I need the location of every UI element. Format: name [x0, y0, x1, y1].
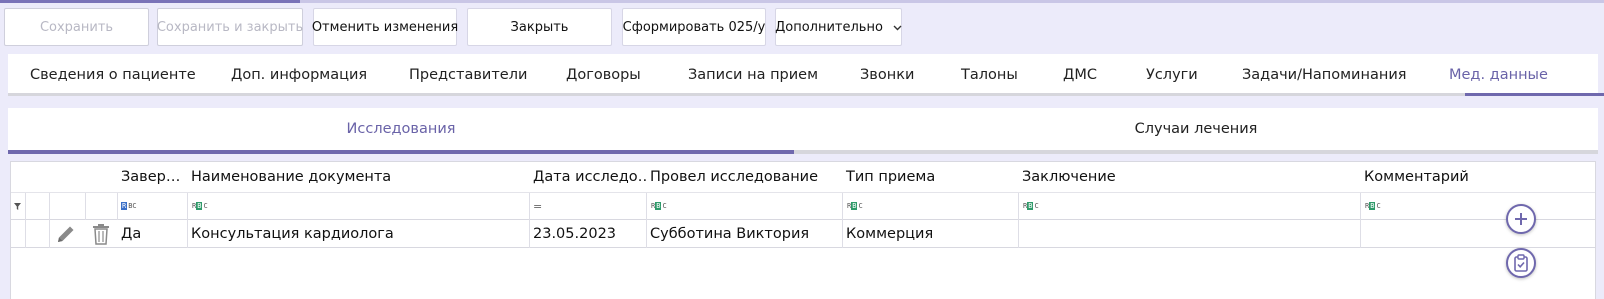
plus-circle-icon[interactable] — [1506, 204, 1536, 234]
grid-divider — [49, 193, 50, 248]
grid-divider — [646, 193, 647, 248]
cell-performed-by: Субботина Виктория — [650, 225, 810, 242]
save-and-close-button[interactable]: Сохранить и закрыть — [157, 8, 303, 46]
tab-additional-info[interactable]: Доп. информация — [231, 54, 367, 96]
subtab-treatment-cases[interactable]: Случаи лечения — [794, 108, 1598, 150]
save-button[interactable]: Сохранить — [4, 8, 149, 46]
form-025-button[interactable]: Сформировать 025/у — [622, 8, 766, 46]
more-dropdown[interactable]: Дополнительно — [775, 8, 902, 46]
filter-text-icon-c: C — [858, 202, 863, 210]
tab-representatives[interactable]: Представители — [409, 54, 527, 96]
filter-icon[interactable] — [11, 193, 25, 219]
cell-visit-type: Коммерция — [846, 225, 934, 242]
cell-date: 23.05.2023 — [533, 225, 617, 242]
subtab-research[interactable]: Исследования — [8, 108, 794, 150]
tab-medical-data[interactable]: Мед. данные — [1449, 54, 1548, 96]
filter-performed-by[interactable]: RBC — [646, 193, 842, 219]
col-header-performed-by[interactable]: Провел исследование — [646, 162, 842, 192]
grid-divider — [117, 193, 118, 220]
filter-completed[interactable]: R BC — [117, 193, 187, 219]
research-grid: Завер… Наименование документа Дата иссле… — [10, 161, 1596, 299]
col-header-date[interactable]: Дата исследо… — [529, 162, 646, 192]
col-header-comment[interactable]: Комментарий — [1360, 162, 1596, 192]
tab-appointments[interactable]: Записи на прием — [688, 54, 818, 96]
filter-document[interactable]: RBC — [187, 193, 529, 219]
col-header-document[interactable]: Наименование документа — [187, 162, 529, 192]
table-row[interactable]: Да Консультация кардиолога 23.05.2023 Су… — [11, 220, 1595, 248]
active-subtab-indicator — [8, 150, 794, 154]
filter-text-icon-c: C — [1034, 202, 1039, 210]
cell-conclusion — [1018, 220, 1360, 247]
grid-divider — [842, 193, 843, 248]
filter-text-icon-c: C — [203, 202, 208, 210]
col-header-conclusion[interactable]: Заключение — [1018, 162, 1360, 192]
grid-header-row: Завер… Наименование документа Дата иссле… — [11, 162, 1595, 193]
active-tab-indicator — [1465, 93, 1604, 96]
filter-visit-type[interactable]: RBC — [842, 193, 1018, 219]
tab-coupons[interactable]: Талоны — [961, 54, 1018, 96]
filter-conclusion[interactable]: RBC — [1018, 193, 1360, 219]
sub-tabs: Исследования Случаи лечения — [8, 108, 1598, 154]
tab-tasks[interactable]: Задачи/Напоминания — [1242, 54, 1406, 96]
filter-text-icon-c: C — [662, 202, 667, 210]
col-header-completed[interactable]: Завер… — [117, 162, 187, 192]
grid-divider — [529, 193, 530, 248]
tab-services[interactable]: Услуги — [1146, 54, 1198, 96]
filter-text-icon-c: C — [1376, 202, 1381, 210]
filter-completed-icon-b: BC — [128, 202, 137, 210]
cancel-changes-button[interactable]: Отменить изменения — [312, 8, 458, 46]
grid-divider — [187, 193, 188, 248]
top-progress-line — [0, 0, 1604, 3]
tab-dms[interactable]: ДМС — [1063, 54, 1097, 96]
grid-filter-row: R BC RBC = RBC RBC RBC RBC — [11, 193, 1595, 220]
pencil-icon[interactable] — [49, 220, 83, 247]
cell-completed: Да — [121, 225, 142, 242]
tab-contracts[interactable]: Договоры — [566, 54, 641, 96]
clipboard-check-icon[interactable] — [1506, 248, 1536, 278]
tab-calls[interactable]: Звонки — [860, 54, 914, 96]
cell-comment — [1360, 220, 1596, 247]
grid-divider — [1018, 193, 1019, 248]
grid-divider — [25, 193, 26, 248]
filter-comment[interactable]: RBC — [1360, 193, 1596, 219]
filter-date[interactable]: = — [529, 193, 646, 219]
close-button[interactable]: Закрыть — [467, 8, 612, 46]
col-header-visit-type[interactable]: Тип приема — [842, 162, 1018, 192]
more-dropdown-label: Дополнительно — [775, 19, 883, 35]
cell-document: Консультация кардиолога — [191, 225, 394, 242]
grid-divider — [1360, 193, 1361, 248]
grid-divider — [85, 193, 86, 220]
main-tabs: Сведения о пациенте Доп. информация Пред… — [8, 54, 1604, 96]
top-progress-active — [0, 0, 300, 3]
tab-patient-info[interactable]: Сведения о пациенте — [30, 54, 196, 96]
toolbar: Сохранить Сохранить и закрыть Отменить и… — [4, 8, 1004, 46]
chevron-down-icon — [893, 21, 902, 34]
trash-icon[interactable] — [85, 220, 117, 247]
